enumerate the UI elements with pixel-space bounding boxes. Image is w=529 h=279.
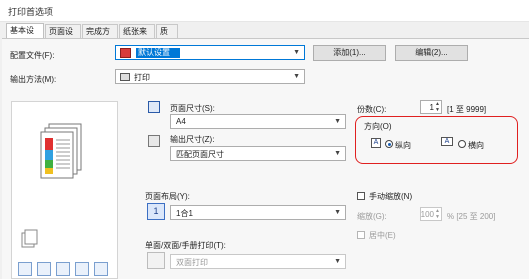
duplex-select[interactable]: 双面打印 ▼ <box>170 254 346 269</box>
edit-profile-button[interactable]: 编辑(2)... <box>395 45 468 61</box>
add-profile-button[interactable]: 添加(1)... <box>313 45 386 61</box>
scaling-stepper: 100 ▲ ▼ <box>420 207 442 221</box>
chevron-down-icon: ▼ <box>334 118 341 125</box>
duplex-icon <box>147 252 165 269</box>
profile-value: 默认设置 <box>136 48 180 58</box>
duplex-value: 双面打印 <box>176 258 208 267</box>
output-method-value: 打印 <box>134 73 150 82</box>
chevron-down-icon: ▼ <box>334 209 341 216</box>
profile-icon <box>120 48 131 58</box>
orientation-label: 方向(O) <box>364 122 392 131</box>
profile-label: 配置文件(F): <box>10 51 55 60</box>
tab-page-settings[interactable]: 页面设置 <box>45 24 81 50</box>
manual-scaling-checkbox[interactable] <box>357 192 365 200</box>
page-layout-select[interactable]: 1合1 ▼ <box>170 205 346 220</box>
output-method-select[interactable]: 打印 ▼ <box>115 69 305 84</box>
view-icon-1[interactable] <box>18 262 32 276</box>
view-icon-2[interactable] <box>37 262 51 276</box>
output-size-value: 匹配页面尺寸 <box>176 150 224 159</box>
output-size-label: 输出尺寸(Z): <box>170 135 215 144</box>
center-label: 居中(E) <box>369 231 396 240</box>
copies-stepper[interactable]: 1 ▲ ▼ <box>420 100 442 114</box>
chevron-down-icon: ▼ <box>334 258 341 265</box>
page-layout-icon: 1 <box>147 203 165 220</box>
portrait-label[interactable]: 纵向 <box>395 140 411 151</box>
view-icon-3[interactable] <box>56 262 70 276</box>
page-size-select[interactable]: A4 ▼ <box>170 114 346 129</box>
document-preview-icon <box>21 123 82 248</box>
scaling-label: 缩放(G): <box>357 212 387 221</box>
chevron-down-icon: ▼ <box>293 73 300 80</box>
chevron-down-icon: ▼ <box>293 49 300 56</box>
duplex-label: 单面/双面/手册打印(T): <box>145 241 226 250</box>
copies-value: 1 <box>429 103 434 112</box>
page-size-icon <box>148 101 160 113</box>
page-layout-label: 页面布局(Y): <box>145 192 190 201</box>
page-preview <box>11 101 118 279</box>
page-layout-value: 1合1 <box>176 209 193 218</box>
manual-scaling-label[interactable]: 手动缩放(N) <box>369 191 412 202</box>
chevron-down-icon: ▼ <box>334 150 341 157</box>
page-size-label: 页面尺寸(S): <box>170 104 215 113</box>
output-size-icon <box>148 135 160 147</box>
printer-icon <box>120 73 130 81</box>
view-icon-5[interactable] <box>94 262 108 276</box>
landscape-label[interactable]: 横向 <box>468 140 484 151</box>
landscape-icon: A <box>441 137 453 146</box>
scaling-range: % [25 至 200] <box>447 212 496 221</box>
portrait-icon: A <box>371 138 381 148</box>
copies-range: [1 至 9999] <box>447 105 487 114</box>
spin-arrows-icon[interactable]: ▲ ▼ <box>435 101 440 113</box>
landscape-radio[interactable] <box>458 140 466 148</box>
view-icon-4[interactable] <box>75 262 89 276</box>
title-bar: 打印首选项 <box>0 0 529 22</box>
portrait-radio[interactable] <box>385 140 393 148</box>
spin-arrows-icon: ▲ ▼ <box>435 208 440 220</box>
tab-quality[interactable]: 质量 <box>156 24 178 50</box>
window-title: 打印首选项 <box>8 7 54 17</box>
copies-label: 份数(C): <box>357 105 387 114</box>
output-size-select[interactable]: 匹配页面尺寸 ▼ <box>170 146 346 161</box>
profile-select[interactable]: 默认设置 ▼ <box>115 45 305 60</box>
output-method-label: 输出方法(M): <box>10 75 57 84</box>
center-checkbox <box>357 231 365 239</box>
tab-finishing[interactable]: 完成方式 <box>82 24 118 50</box>
tab-paper-source[interactable]: 纸张来源 <box>119 24 155 50</box>
scaling-value: 100 <box>420 210 434 219</box>
page-size-value: A4 <box>176 117 186 126</box>
